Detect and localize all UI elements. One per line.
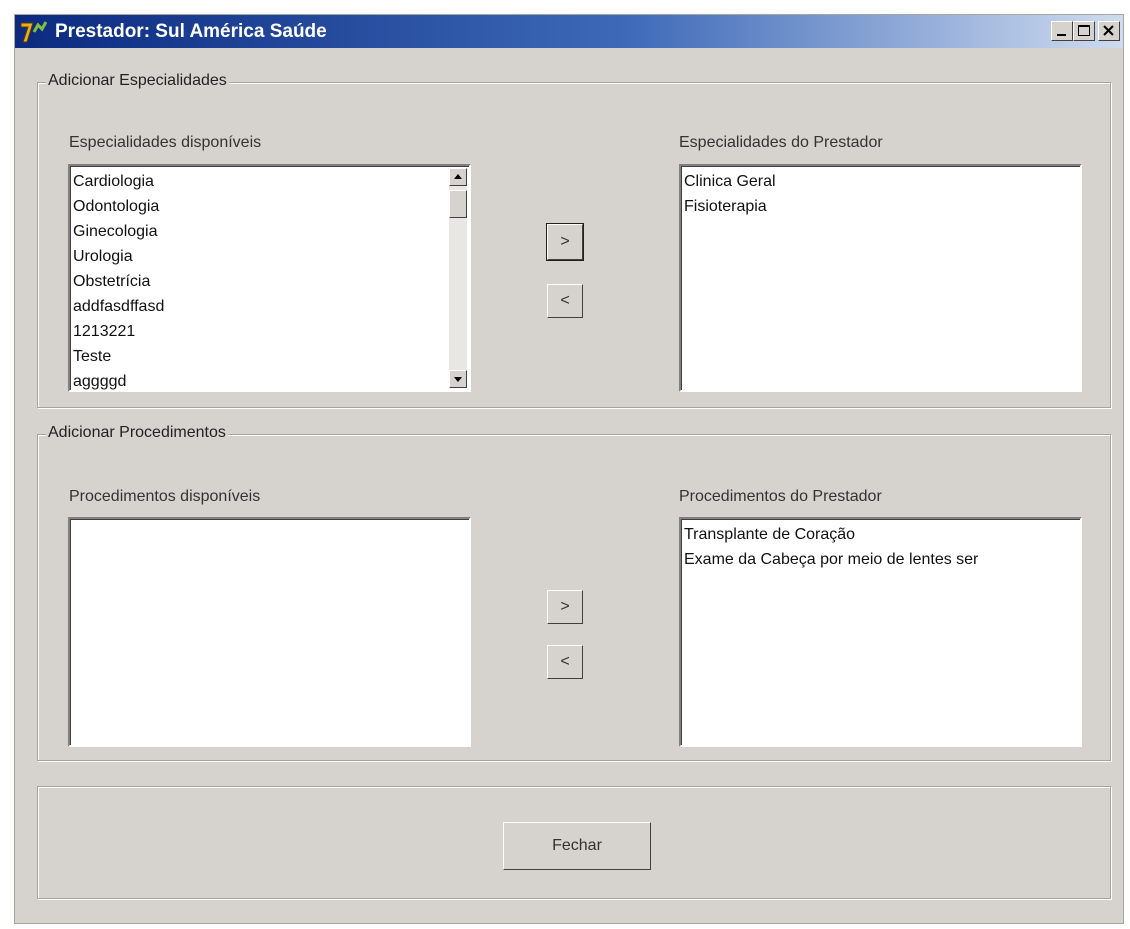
- scroll-down-arrow-icon: [454, 377, 462, 382]
- title-bar[interactable]: Prestador: Sul América Saúde: [15, 15, 1123, 48]
- list-item[interactable]: Transplante de Coração: [684, 522, 1078, 547]
- fechar-button[interactable]: Fechar: [503, 822, 651, 870]
- close-icon: [1103, 25, 1114, 36]
- especialidades-disponiveis-label: Especialidades disponíveis: [69, 134, 262, 151]
- scroll-up-button[interactable]: [449, 168, 467, 186]
- list-item[interactable]: Teste: [73, 344, 447, 369]
- especialidades-group-title: Adicionar Especialidades: [46, 72, 229, 90]
- list-item[interactable]: Odontologia: [73, 194, 447, 219]
- minimize-icon: [1057, 34, 1066, 36]
- scroll-down-button[interactable]: [449, 370, 467, 388]
- window-title: Prestador: Sul América Saúde: [55, 21, 327, 42]
- procedimentos-prestador-list[interactable]: Transplante de Coração Exame da Cabeça po…: [679, 517, 1082, 747]
- list-item[interactable]: Cardiologia: [73, 169, 447, 194]
- list-item[interactable]: aggggd: [73, 369, 447, 390]
- add-especialidade-button[interactable]: >: [546, 223, 584, 261]
- list-item[interactable]: Urologia: [73, 244, 447, 269]
- minimize-button[interactable]: [1051, 21, 1073, 41]
- maximize-icon: [1078, 25, 1090, 36]
- procedimentos-group-title: Adicionar Procedimentos: [46, 424, 228, 442]
- remove-especialidade-button[interactable]: <: [547, 284, 583, 318]
- list-item[interactable]: Obstetrícia: [73, 269, 447, 294]
- close-button[interactable]: [1098, 21, 1120, 41]
- add-procedimento-button[interactable]: >: [547, 590, 583, 624]
- especialidades-prestador-label: Especialidades do Prestador: [679, 134, 883, 151]
- scroll-thumb[interactable]: [449, 190, 467, 218]
- procedimentos-disponiveis-label: Procedimentos disponíveis: [69, 488, 261, 505]
- maximize-button[interactable]: [1073, 21, 1095, 41]
- list-item[interactable]: Ginecologia: [73, 219, 447, 244]
- dialog-window: Prestador: Sul América Saúde Adicionar E…: [14, 14, 1124, 924]
- list-item[interactable]: addfasdffasd: [73, 294, 447, 319]
- list-item[interactable]: Fisioterapia: [684, 194, 1078, 219]
- procedimentos-disponiveis-list[interactable]: [68, 517, 471, 747]
- vertical-scrollbar[interactable]: [449, 168, 467, 388]
- especialidades-disponiveis-items: Cardiologia Odontologia Ginecologia Urologi…: [73, 169, 447, 390]
- procedimentos-prestador-items: Transplante de Coração Exame da Cabeça po…: [684, 522, 1078, 572]
- especialidades-prestador-list[interactable]: Clinica Geral Fisioterapia: [679, 164, 1082, 392]
- especialidades-disponiveis-list[interactable]: Cardiologia Odontologia Ginecologia Urologi…: [68, 164, 471, 392]
- scroll-up-arrow-icon: [454, 174, 462, 179]
- list-item[interactable]: 1213221: [73, 319, 447, 344]
- especialidades-prestador-items: Clinica Geral Fisioterapia: [684, 169, 1078, 219]
- app-logo-icon: [20, 21, 47, 43]
- list-item[interactable]: Exame da Cabeça por meio de lentes ser: [684, 547, 1078, 572]
- remove-procedimento-button[interactable]: <: [547, 645, 583, 679]
- procedimentos-prestador-label: Procedimentos do Prestador: [679, 488, 882, 505]
- list-item[interactable]: Clinica Geral: [684, 169, 1078, 194]
